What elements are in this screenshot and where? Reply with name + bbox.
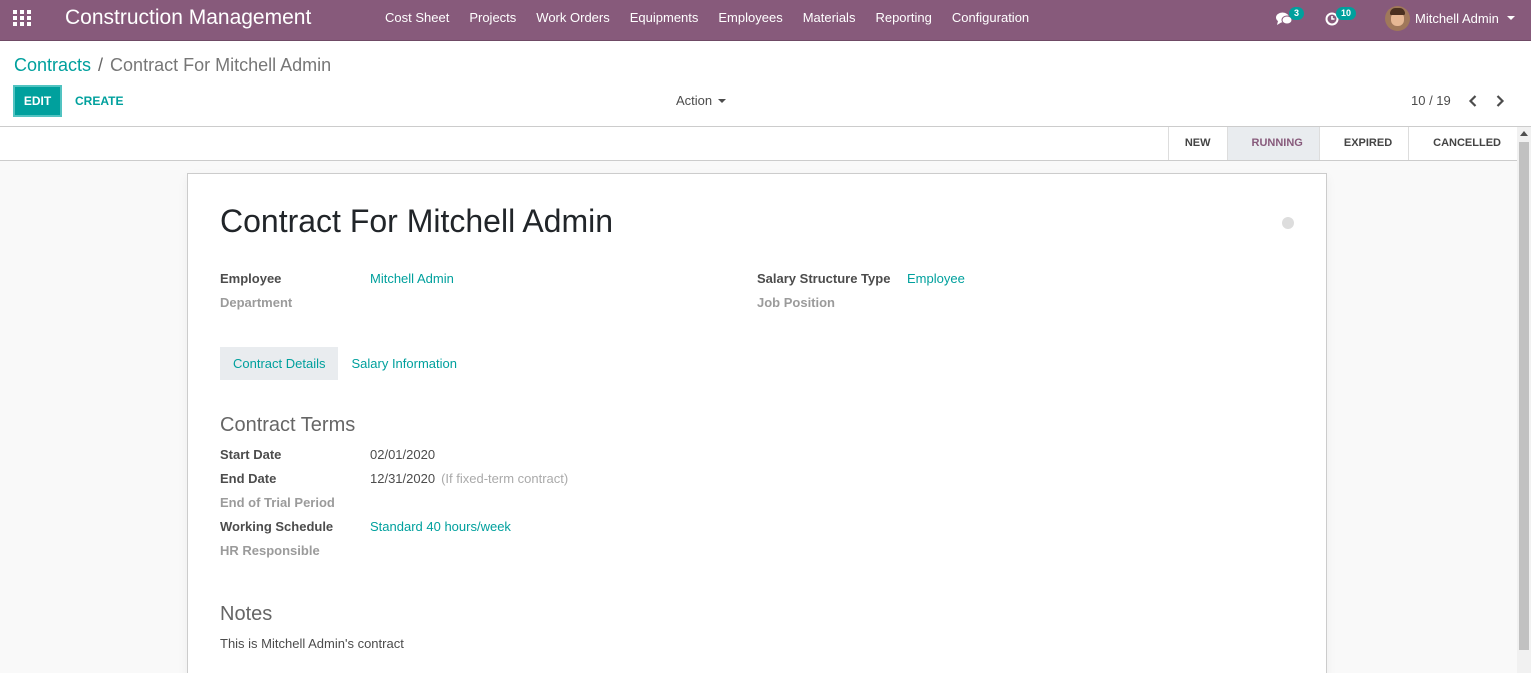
menu-equipments[interactable]: Equipments (620, 0, 709, 36)
scrollbar-thumb[interactable] (1519, 142, 1529, 650)
salary-structure-value[interactable]: Employee (907, 271, 965, 287)
form-sheet: Contract For Mitchell Admin Employee Mit… (187, 173, 1327, 673)
pager-value[interactable]: 10 / 19 (1411, 85, 1451, 117)
working-schedule-value[interactable]: Standard 40 hours/week (370, 519, 511, 535)
scroll-up-arrow-icon[interactable] (1520, 131, 1528, 136)
breadcrumb-contracts[interactable]: Contracts (14, 54, 91, 76)
start-date-value: 02/01/2020 (370, 447, 436, 462)
notebook-tabs: Contract Details Salary Information (220, 347, 470, 380)
employee-value[interactable]: Mitchell Admin (370, 271, 454, 287)
job-position-label: Job Position (757, 295, 835, 310)
create-button[interactable]: CREATE (75, 85, 123, 117)
action-dropdown[interactable]: Action (676, 85, 727, 117)
stage-new[interactable]: NEW (1167, 127, 1227, 160)
breadcrumb: Contracts / Contract For Mitchell Admin (14, 54, 331, 76)
activities-count-badge: 10 (1336, 7, 1357, 20)
stage-expired[interactable]: EXPIRED (1318, 127, 1408, 160)
start-date-label: Start Date (220, 447, 282, 462)
tab-contract-details[interactable]: Contract Details (220, 347, 339, 380)
salary-structure-label: Salary Structure Type (757, 271, 891, 286)
menu-work-orders[interactable]: Work Orders (526, 0, 619, 36)
stage-cancelled[interactable]: CANCELLED (1408, 127, 1517, 160)
working-schedule-label: Working Schedule (220, 519, 334, 534)
menu-cost-sheet[interactable]: Cost Sheet (375, 0, 459, 36)
stage-running[interactable]: RUNNING (1226, 127, 1319, 160)
kanban-state-indicator[interactable] (1282, 217, 1294, 229)
chevron-down-icon (1506, 16, 1515, 20)
contract-terms-title: Contract Terms (220, 414, 356, 436)
tab-salary-information[interactable]: Salary Information (338, 347, 470, 380)
end-date-value: 12/31/2020 (370, 471, 436, 486)
notes-text: This is Mitchell Admin's contract (220, 636, 404, 651)
department-label: Department (220, 295, 293, 310)
chevron-right-icon[interactable] (1492, 93, 1508, 109)
edit-button[interactable]: EDIT (13, 85, 62, 117)
control-panel: Contracts / Contract For Mitchell Admin … (0, 41, 1531, 127)
main-menu: Cost Sheet Projects Work Orders Equipmen… (375, 0, 1039, 36)
chevron-left-icon[interactable] (1465, 93, 1481, 109)
menu-employees[interactable]: Employees (708, 0, 792, 36)
menu-configuration[interactable]: Configuration (942, 0, 1039, 36)
record-title: Contract For Mitchell Admin (220, 203, 614, 239)
app-title[interactable]: Construction Management (65, 6, 311, 30)
hr-responsible-label: HR Responsible (220, 543, 320, 558)
employee-label: Employee (220, 271, 282, 286)
statusbar: NEW RUNNING EXPIRED CANCELLED (0, 127, 1517, 161)
menu-projects[interactable]: Projects (459, 0, 526, 36)
stage-selector: NEW RUNNING EXPIRED CANCELLED (1167, 127, 1517, 160)
user-menu[interactable]: Mitchell Admin (1385, 5, 1515, 31)
messages-systray[interactable]: 3 (1276, 7, 1306, 29)
breadcrumb-separator: / (98, 55, 104, 75)
trial-period-label: End of Trial Period (220, 495, 335, 510)
top-navbar: Construction Management Cost Sheet Proje… (0, 0, 1531, 41)
messages-count-badge: 3 (1289, 7, 1305, 20)
user-name: Mitchell Admin (1415, 10, 1499, 26)
activities-systray[interactable]: 10 (1325, 7, 1359, 29)
end-date-field: 12/31/2020 (If fixed-term contract) (370, 471, 568, 487)
breadcrumb-current: Contract For Mitchell Admin (110, 55, 332, 75)
menu-materials[interactable]: Materials (793, 0, 866, 36)
avatar (1385, 5, 1410, 31)
action-label: Action (676, 93, 713, 108)
notes-title: Notes (220, 603, 273, 625)
apps-grid-icon[interactable] (13, 10, 33, 28)
end-date-hint: (If fixed-term contract) (441, 471, 569, 486)
end-date-label: End Date (220, 471, 277, 486)
menu-reporting[interactable]: Reporting (865, 0, 941, 36)
caret-down-icon (718, 99, 727, 103)
